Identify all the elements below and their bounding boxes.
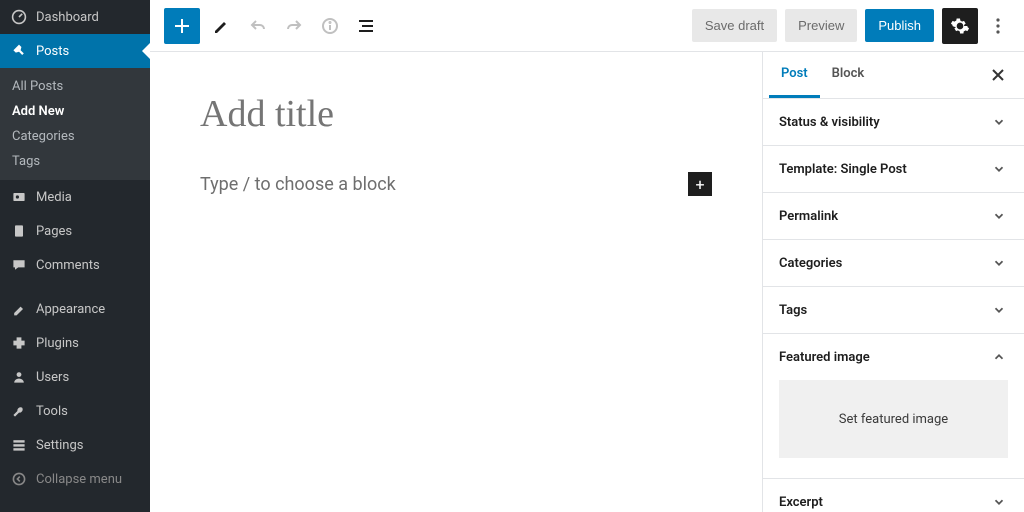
settings-icon — [10, 436, 28, 454]
sidebar-label: Posts — [36, 44, 69, 59]
edit-mode-button[interactable] — [208, 12, 236, 40]
media-icon — [10, 188, 28, 206]
settings-panel-toggle[interactable] — [942, 8, 978, 44]
section-template[interactable]: Template: Single Post — [763, 146, 1024, 193]
section-label: Permalink — [779, 209, 838, 224]
block-prompt[interactable]: Type / to choose a block — [200, 174, 688, 195]
users-icon — [10, 368, 28, 386]
pushpin-icon — [10, 42, 28, 60]
sidebar-item-dashboard[interactable]: Dashboard — [0, 0, 150, 34]
chevron-down-icon — [990, 301, 1008, 319]
chevron-down-icon — [990, 160, 1008, 178]
section-tags[interactable]: Tags — [763, 287, 1024, 334]
section-status[interactable]: Status & visibility — [763, 99, 1024, 146]
sidebar-item-users[interactable]: Users — [0, 360, 150, 394]
section-label: Tags — [779, 303, 807, 318]
section-label: Excerpt — [779, 495, 823, 510]
plugins-icon — [10, 334, 28, 352]
sidebar-label: Users — [36, 370, 69, 385]
set-featured-image-button[interactable]: Set featured image — [779, 380, 1008, 458]
redo-button[interactable] — [280, 12, 308, 40]
chevron-down-icon — [990, 254, 1008, 272]
panel-tabs: Post Block — [763, 52, 1024, 99]
editor-toolbar: Save draft Preview Publish — [150, 0, 1024, 52]
add-block-button[interactable] — [164, 8, 200, 44]
inline-add-block-button[interactable]: + — [688, 172, 712, 196]
comments-icon — [10, 256, 28, 274]
sidebar-sub-categories[interactable]: Categories — [0, 124, 150, 149]
section-featured-image[interactable]: Featured image — [763, 334, 1024, 380]
featured-image-body: Set featured image — [763, 380, 1024, 479]
sidebar-sub-add-new[interactable]: Add New — [0, 99, 150, 124]
section-label: Template: Single Post — [779, 162, 907, 177]
pages-icon — [10, 222, 28, 240]
sidebar-label: Plugins — [36, 336, 79, 351]
sidebar-sub-tags[interactable]: Tags — [0, 149, 150, 174]
sidebar-sub-all-posts[interactable]: All Posts — [0, 74, 150, 99]
chevron-up-icon — [990, 348, 1008, 366]
tab-post[interactable]: Post — [769, 52, 820, 98]
appearance-icon — [10, 300, 28, 318]
sidebar-item-pages[interactable]: Pages — [0, 214, 150, 248]
chevron-down-icon — [990, 493, 1008, 511]
section-categories[interactable]: Categories — [763, 240, 1024, 287]
sidebar-label: Pages — [36, 224, 72, 239]
section-permalink[interactable]: Permalink — [763, 193, 1024, 240]
sidebar-label: Appearance — [36, 302, 105, 317]
dashboard-icon — [10, 8, 28, 26]
save-draft-button[interactable]: Save draft — [692, 9, 777, 42]
sidebar-label: Media — [36, 190, 72, 205]
sidebar-item-plugins[interactable]: Plugins — [0, 326, 150, 360]
section-label: Status & visibility — [779, 115, 880, 130]
sidebar-item-posts[interactable]: Posts — [0, 34, 150, 68]
sidebar-item-tools[interactable]: Tools — [0, 394, 150, 428]
sidebar-label: Collapse menu — [36, 472, 122, 487]
sidebar-item-comments[interactable]: Comments — [0, 248, 150, 282]
sidebar-submenu-posts: All Posts Add New Categories Tags — [0, 68, 150, 180]
sidebar-label: Comments — [36, 258, 100, 273]
editor-canvas[interactable]: Add title Type / to choose a block + — [150, 52, 762, 512]
post-title-input[interactable]: Add title — [200, 92, 712, 136]
sidebar-item-settings[interactable]: Settings — [0, 428, 150, 462]
tab-block[interactable]: Block — [820, 52, 877, 98]
sidebar-item-appearance[interactable]: Appearance — [0, 292, 150, 326]
section-label: Featured image — [779, 350, 870, 365]
preview-button[interactable]: Preview — [785, 9, 857, 42]
info-button[interactable] — [316, 12, 344, 40]
section-excerpt[interactable]: Excerpt — [763, 479, 1024, 512]
publish-button[interactable]: Publish — [865, 9, 934, 42]
sidebar-label: Tools — [36, 404, 68, 419]
more-menu-button[interactable] — [986, 16, 1010, 36]
sidebar-label: Dashboard — [36, 10, 99, 25]
sidebar-label: Settings — [36, 438, 83, 453]
section-label: Categories — [779, 256, 842, 271]
chevron-down-icon — [990, 113, 1008, 131]
tools-icon — [10, 402, 28, 420]
settings-panel: Post Block Status & visibility Template:… — [762, 52, 1024, 512]
sidebar-collapse[interactable]: Collapse menu — [0, 462, 150, 496]
collapse-icon — [10, 470, 28, 488]
admin-sidebar: Dashboard Posts All Posts Add New Catego… — [0, 0, 150, 512]
close-panel-button[interactable] — [984, 61, 1012, 89]
chevron-down-icon — [990, 207, 1008, 225]
sidebar-item-media[interactable]: Media — [0, 180, 150, 214]
outline-button[interactable] — [352, 12, 380, 40]
undo-button[interactable] — [244, 12, 272, 40]
